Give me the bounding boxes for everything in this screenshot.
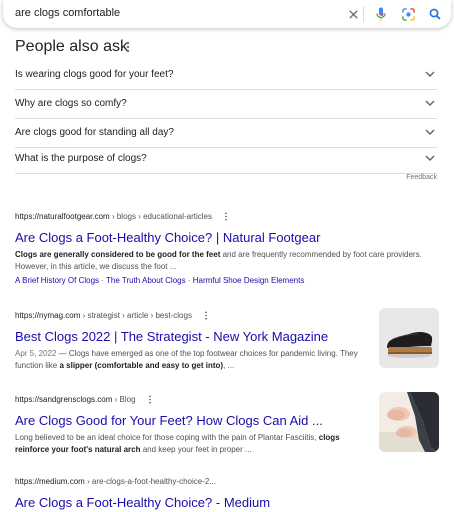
sitelink-sep: · <box>185 276 193 285</box>
mic-icon[interactable] <box>373 6 389 22</box>
snippet-text: , ... <box>223 361 235 370</box>
paa-question[interactable]: What is the purpose of clogs? <box>15 144 437 174</box>
result-path: › strategist › article › best-clogs <box>80 311 192 320</box>
result-cite[interactable]: https://nymag.com › strategist › article… <box>15 311 439 321</box>
result-snippet: Clogs are generally considered to be goo… <box>15 249 425 273</box>
result-site: https://medium.com <box>15 477 85 486</box>
result-path: › are-clogs-a-foot-healthy-choice-2... <box>84 477 216 486</box>
sitelink[interactable]: Harmful Shoe Design Elements <box>193 276 305 285</box>
search-input[interactable]: are clogs comfortable <box>15 7 120 19</box>
paa-question-text: What is the purpose of clogs? <box>15 153 147 164</box>
result-snippet: Apr 5, 2022 — Clogs have emerged as one … <box>15 348 365 372</box>
chevron-down-icon <box>425 100 435 106</box>
chevron-down-icon <box>425 71 435 77</box>
camera-lens-icon[interactable] <box>400 6 416 22</box>
result-cite[interactable]: https://naturalfootgear.com › blogs › ed… <box>15 212 439 222</box>
result-site: https://sandgrensclogs.com <box>15 395 113 404</box>
search-result: https://medium.com › are-clogs-a-foot-he… <box>15 477 439 510</box>
result-site: https://nymag.com <box>15 311 81 320</box>
result-sitelinks: A Brief History Of Clogs · The Truth Abo… <box>15 276 439 285</box>
sitelink[interactable]: The Truth About Clogs <box>106 276 186 285</box>
feedback-link[interactable]: Feedback <box>406 174 437 181</box>
snippet-text: Long believed to be an ideal choice for … <box>15 433 319 442</box>
chevron-down-icon <box>425 155 435 161</box>
search-icon[interactable] <box>427 6 443 22</box>
snippet-highlight: a slipper (comfortable and easy to get i… <box>59 361 224 370</box>
result-snippet: Long believed to be an ideal choice for … <box>15 432 365 456</box>
search-divider <box>363 6 364 22</box>
chevron-down-icon <box>425 129 435 135</box>
result-path: › blogs › educational-articles <box>109 212 213 221</box>
sitelink[interactable]: A Brief History Of Clogs <box>15 276 99 285</box>
result-date: Apr 5, 2022 <box>15 349 57 358</box>
close-icon[interactable] <box>345 6 361 22</box>
paa-question-text: Is wearing clogs good for your feet? <box>15 69 174 80</box>
snippet-highlight: Clogs are generally considered to be goo… <box>15 250 221 259</box>
paa-title: People also ask <box>15 38 128 55</box>
result-thumbnail-clog[interactable] <box>379 308 439 368</box>
more-vert-icon[interactable] <box>148 395 152 404</box>
search-result: https://sandgrensclogs.com › Blog Are Cl… <box>15 392 439 456</box>
more-vert-icon[interactable] <box>124 40 132 54</box>
result-title-link[interactable]: Are Clogs Good for Your Feet? How Clogs … <box>15 413 439 428</box>
snippet-text: and keep your feet in proper ... <box>140 445 252 454</box>
result-title-link[interactable]: Are Clogs a Foot-Healthy Choice? - Mediu… <box>15 495 439 510</box>
result-title-link[interactable]: Best Clogs 2022 | The Strategist - New Y… <box>15 329 439 344</box>
result-cite[interactable]: https://medium.com › are-clogs-a-foot-he… <box>15 477 439 487</box>
result-cite[interactable]: https://sandgrensclogs.com › Blog <box>15 395 439 405</box>
paa-question[interactable]: Is wearing clogs good for your feet? <box>15 60 437 90</box>
sitelink-sep: · <box>99 276 106 285</box>
paa-question-text: Are clogs good for standing all day? <box>15 127 174 138</box>
more-vert-icon[interactable] <box>204 311 208 320</box>
more-vert-icon[interactable] <box>224 212 228 221</box>
result-site: https://naturalfootgear.com <box>15 212 110 221</box>
search-bar[interactable]: are clogs comfortable <box>3 0 451 28</box>
paa-question-text: Why are clogs so comfy? <box>15 98 127 109</box>
search-result: https://nymag.com › strategist › article… <box>15 308 439 372</box>
result-path: › Blog <box>112 395 136 404</box>
result-title-link[interactable]: Are Clogs a Foot-Healthy Choice? | Natur… <box>15 230 439 245</box>
result-thumbnail-feet-in-clogs[interactable] <box>379 392 439 452</box>
search-result: https://naturalfootgear.com › blogs › ed… <box>15 212 439 285</box>
paa-question[interactable]: Why are clogs so comfy? <box>15 89 437 119</box>
